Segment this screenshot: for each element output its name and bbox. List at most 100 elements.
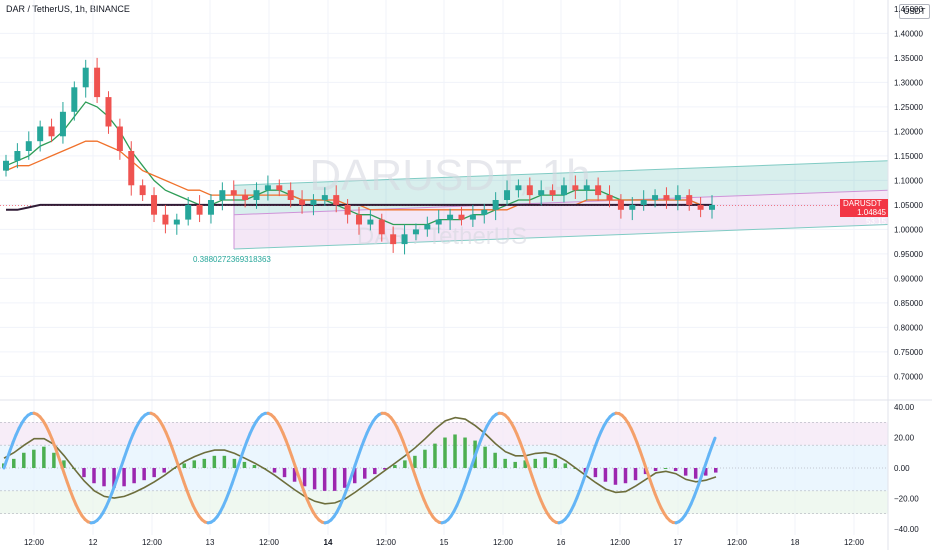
candle-body — [390, 234, 397, 245]
watermark-symbol: DARUSDT, 1h — [309, 151, 590, 200]
price-tick: 1.05000 — [894, 201, 923, 210]
candle-body — [469, 214, 476, 220]
histogram-bar — [393, 464, 397, 468]
histogram-bar — [533, 458, 537, 468]
candle-body — [242, 195, 249, 200]
candle-body — [412, 229, 419, 235]
osc-tick: 20.00 — [894, 434, 915, 443]
histogram-bar — [613, 468, 618, 485]
price-tick: 0.70000 — [894, 372, 923, 381]
histogram-bar — [693, 468, 698, 479]
histogram-bar — [543, 457, 548, 468]
candle-body — [48, 126, 55, 137]
histogram-bar — [443, 437, 447, 468]
candle-body — [128, 151, 135, 186]
histogram-bar — [413, 455, 417, 468]
candle-body — [526, 185, 533, 196]
histogram-bar — [363, 468, 367, 479]
oscillator-pane — [0, 411, 888, 525]
candle-body — [481, 209, 488, 215]
price-tick: 0.85000 — [894, 299, 923, 308]
time-tick: 12:00 — [142, 538, 163, 547]
candle-body — [139, 185, 146, 196]
candle-body — [287, 190, 294, 200]
last-price-symbol: DARUSDT — [843, 199, 882, 208]
histogram-bar — [12, 458, 16, 468]
histogram-bar — [453, 434, 457, 468]
candle-body — [595, 185, 602, 196]
histogram-bar — [653, 468, 658, 472]
time-axis: 12:00 12 12:00 13 12:00 14 12:00 15 12:00 16 12:00… — [24, 538, 865, 547]
price-tick: 0.90000 — [894, 274, 923, 283]
candle-body — [230, 190, 237, 196]
candle-body — [663, 195, 670, 200]
osc-tick: −40.00 — [894, 525, 919, 534]
last-price-tag: DARUSDT 1.04845 53:15 — [840, 199, 888, 226]
candle-body — [424, 224, 431, 230]
candle-body — [253, 190, 260, 200]
time-tick: 12:00 — [376, 538, 397, 547]
candle-body — [310, 200, 317, 205]
histogram-bar — [42, 446, 46, 468]
histogram-bar — [82, 468, 86, 478]
time-tick: 14 — [324, 538, 333, 547]
candle-body — [674, 195, 681, 200]
candle-body — [640, 200, 647, 205]
histogram-bar — [633, 468, 638, 481]
price-tick: 1.40000 — [894, 29, 923, 38]
price-tick: 1.25000 — [894, 103, 923, 112]
histogram-bar — [563, 463, 568, 468]
histogram-bar — [493, 452, 497, 468]
candle-body — [59, 111, 66, 137]
candle-body — [264, 185, 271, 191]
histogram-bar — [673, 468, 678, 472]
histogram-bar — [342, 468, 347, 488]
candle-body — [401, 234, 408, 245]
candle-body — [560, 185, 567, 196]
histogram-bar — [232, 458, 237, 468]
candle-body — [82, 67, 89, 88]
candle-body — [151, 195, 158, 215]
time-tick: 12:00 — [493, 538, 514, 547]
time-tick: 17 — [674, 538, 683, 547]
price-tick: 1.15000 — [894, 152, 923, 161]
candle-body — [333, 195, 340, 205]
price-tick: 1.00000 — [894, 225, 923, 234]
histogram-bar — [132, 468, 136, 484]
price-tick: 1.30000 — [894, 78, 923, 87]
candle-body — [207, 200, 214, 215]
candle-body — [173, 219, 180, 225]
price-tick: 0.80000 — [894, 323, 923, 332]
candle-body — [14, 151, 21, 161]
histogram-bar — [162, 468, 166, 473]
histogram-bar — [503, 458, 507, 468]
candle-body — [356, 214, 362, 225]
candle-body — [515, 185, 522, 191]
histogram-bar — [593, 468, 598, 478]
histogram-bar — [182, 463, 187, 468]
candle-body — [378, 219, 385, 235]
histogram-bar — [222, 455, 227, 468]
candle-body — [25, 141, 32, 151]
histogram-bar — [623, 468, 628, 484]
chart-canvas[interactable]: DARUSDT, 1h DAR / TetherUS 0.38802723693… — [0, 0, 932, 550]
time-tick: 12:00 — [610, 538, 631, 547]
candle-body — [617, 200, 624, 210]
histogram-bar — [242, 461, 247, 468]
histogram-bar — [683, 468, 688, 476]
channel-annotation: 0.3880272369318363 — [193, 255, 271, 264]
candle-body — [3, 160, 9, 171]
osc-tick: 0.00 — [894, 464, 910, 473]
histogram-bar — [463, 437, 467, 468]
oversold-band — [0, 490, 888, 514]
histogram-bar — [52, 452, 56, 468]
candle-body — [629, 204, 636, 210]
last-price-countdown: 53:15 — [865, 217, 886, 226]
candle-body — [652, 195, 659, 200]
histogram-bar — [513, 461, 517, 468]
histogram-bar — [663, 468, 668, 469]
oscillator-axis: 40.00 20.00 0.00 −20.00 −40.00 — [894, 403, 919, 534]
candle-body — [709, 204, 715, 210]
histogram-bar — [142, 468, 146, 481]
candle-body — [185, 204, 192, 220]
